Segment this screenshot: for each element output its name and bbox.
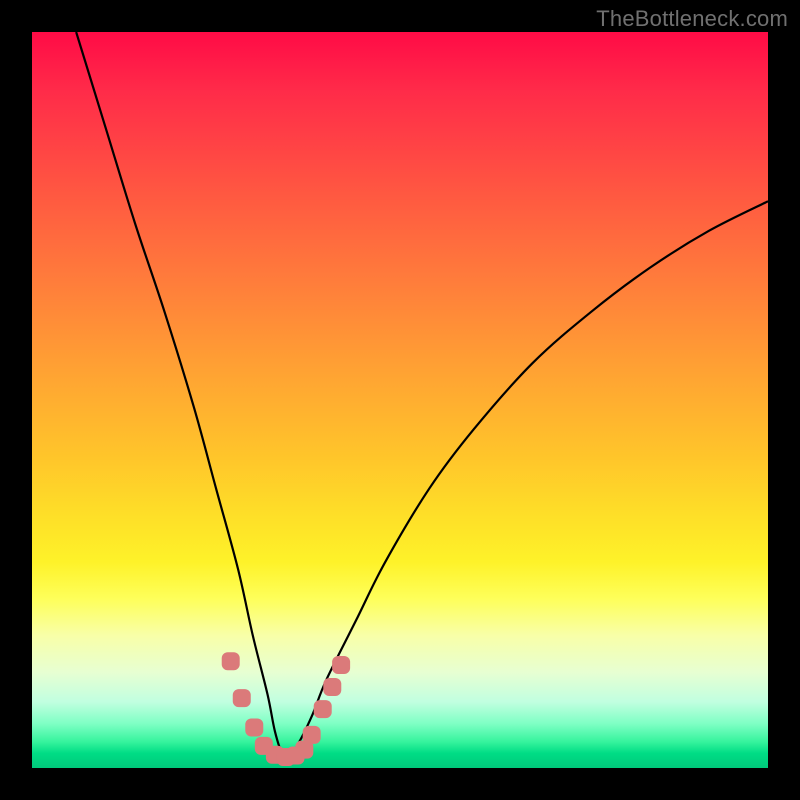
sample-marker [233,689,251,707]
sample-marker [323,678,341,696]
sample-marker [222,652,240,670]
chart-frame: TheBottleneck.com [0,0,800,800]
sample-marker [245,719,263,737]
sample-marker [332,656,350,674]
sample-marker [314,700,332,718]
sample-marker [303,726,321,744]
chart-svg [32,32,768,768]
bottleneck-curve [76,32,768,755]
watermark-text: TheBottleneck.com [596,6,788,32]
plot-area [32,32,768,768]
